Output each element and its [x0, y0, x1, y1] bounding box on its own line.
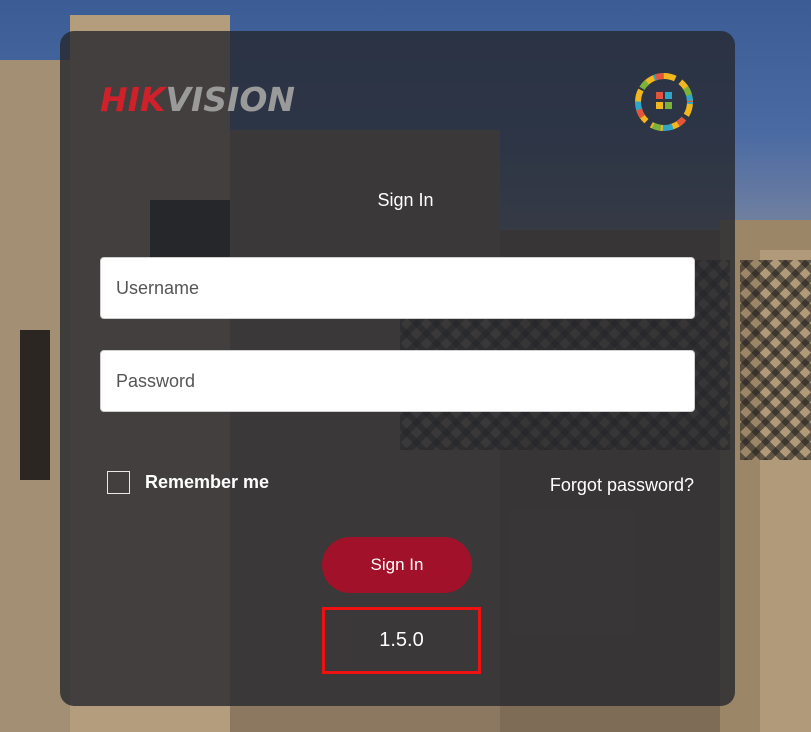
remember-me-label[interactable]: Remember me [145, 472, 269, 493]
sign-in-button[interactable]: Sign In [322, 537, 472, 593]
forgot-password-link[interactable]: Forgot password? [550, 475, 694, 496]
building-window [20, 330, 50, 480]
username-input[interactable] [101, 258, 694, 318]
page-title: Sign In [377, 190, 434, 210]
logo-red-text: HIK [100, 80, 166, 119]
password-field[interactable] [100, 350, 695, 412]
hikvision-logo: HIKVISION [100, 80, 295, 119]
colorful-ring-emblem-icon [635, 73, 693, 131]
version-text: 1.5.0 [379, 629, 424, 651]
password-input[interactable] [101, 351, 694, 411]
lattice-screen [740, 260, 811, 460]
logo-gray-text: VISION [165, 80, 296, 119]
version-label: 1.5.0 [322, 607, 481, 674]
username-field[interactable] [100, 257, 695, 319]
remember-me-checkbox[interactable] [107, 471, 130, 494]
